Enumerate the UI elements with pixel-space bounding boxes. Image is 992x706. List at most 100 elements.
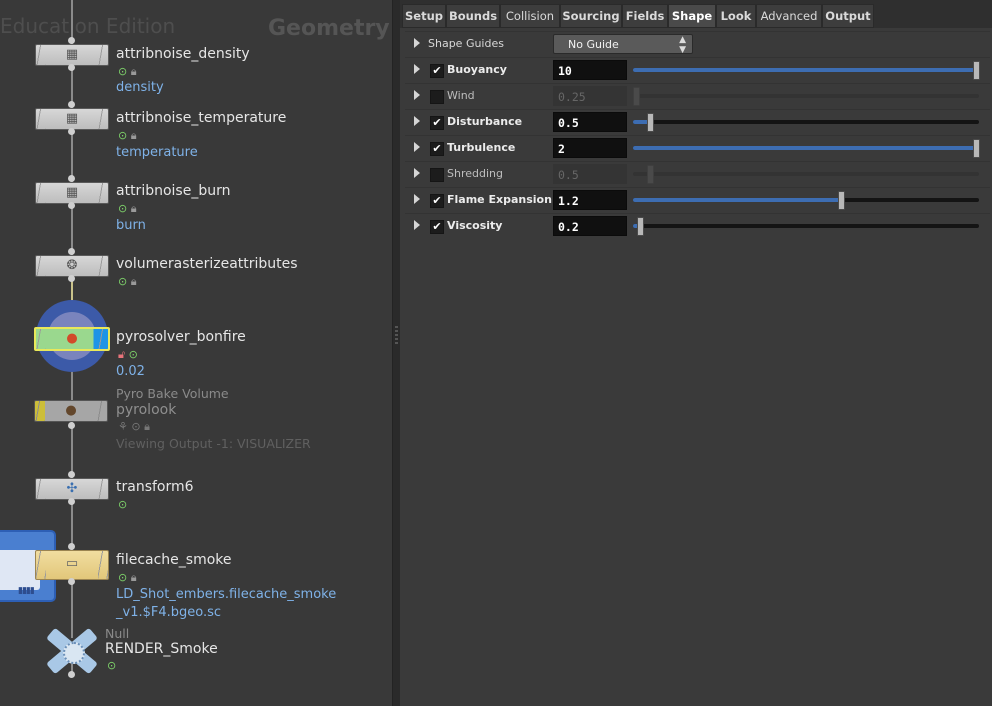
flame-expansion-toggle-checkbox[interactable]: ✔: [430, 194, 444, 208]
disk-icon: ▭: [65, 556, 79, 571]
output-connector[interactable]: [68, 128, 75, 135]
expand-arrow-icon[interactable]: [414, 64, 420, 74]
output-connector[interactable]: [68, 202, 75, 209]
output-connector[interactable]: [68, 498, 75, 505]
slider-handle[interactable]: [647, 165, 655, 184]
node-name[interactable]: transform6: [116, 479, 194, 495]
param-label: Turbulence: [447, 141, 516, 154]
shredding-value-field[interactable]: 0.5: [553, 164, 627, 184]
output-connector[interactable]: [68, 275, 75, 282]
disturbance-slider[interactable]: [633, 113, 979, 132]
input-connector[interactable]: [68, 37, 75, 44]
node-name[interactable]: pyrolook: [116, 402, 176, 418]
expand-arrow-icon[interactable]: [414, 220, 420, 230]
node-name[interactable]: attribnoise_burn: [116, 183, 230, 199]
splitter-grip[interactable]: [395, 326, 398, 346]
tab-collision[interactable]: Collision: [500, 4, 560, 28]
context-label: Geometry: [268, 16, 390, 41]
expand-arrow-icon[interactable]: [414, 90, 420, 100]
param-row-flame-expansion: ✔ Flame Expansion 1.2: [405, 187, 990, 213]
output-connector[interactable]: [68, 578, 75, 585]
tab-look[interactable]: Look: [716, 4, 756, 28]
shape-guides-dropdown[interactable]: No Guide ▲ ▼: [553, 34, 693, 55]
input-connector[interactable]: [68, 101, 75, 108]
slider-handle[interactable]: [647, 113, 655, 132]
disturbance-toggle-checkbox[interactable]: ✔: [430, 116, 444, 130]
disturbance-value-field[interactable]: 0.5: [553, 112, 627, 132]
node-filecache-smoke[interactable]: ▭: [35, 550, 109, 580]
node-comment: 0.02: [116, 364, 145, 379]
node-attribnoise-burn[interactable]: ▦: [35, 182, 109, 204]
slider-handle[interactable]: [636, 217, 644, 236]
param-label: Wind: [447, 89, 475, 102]
tab-setup[interactable]: Setup: [402, 4, 446, 28]
node-attribnoise-temperature[interactable]: ▦: [35, 108, 109, 130]
node-volumerasterizeattributes[interactable]: ❂: [35, 255, 109, 277]
node-name[interactable]: filecache_smoke: [116, 552, 232, 568]
node-transform6[interactable]: ✣: [35, 478, 109, 500]
turbulence-slider[interactable]: [633, 139, 980, 158]
input-connector[interactable]: [68, 175, 75, 182]
param-row-viscosity: ✔ Viscosity 0.2: [405, 213, 990, 239]
turbulence-toggle-checkbox[interactable]: ✔: [430, 142, 444, 156]
slider-handle[interactable]: [972, 61, 980, 80]
input-connector[interactable]: [68, 248, 75, 255]
tab-fields[interactable]: Fields: [622, 4, 668, 28]
param-label: Buoyancy: [447, 63, 507, 76]
expand-arrow-icon[interactable]: [414, 116, 420, 126]
slider-fill: [633, 68, 979, 72]
viscosity-slider[interactable]: [633, 217, 979, 236]
display-flag-icon: ⊙: [118, 571, 128, 584]
expand-arrow-icon[interactable]: [414, 142, 420, 152]
buoyancy-slider[interactable]: [633, 61, 980, 80]
wind-slider[interactable]: [633, 87, 979, 106]
slider-handle[interactable]: [633, 87, 641, 106]
input-connector[interactable]: [68, 471, 75, 478]
slider-handle[interactable]: [972, 139, 980, 158]
buoyancy-value-field[interactable]: 10: [553, 60, 627, 80]
tab-output[interactable]: Output: [822, 4, 874, 28]
node-comment: burn: [116, 218, 146, 233]
buoyancy-toggle-checkbox[interactable]: ✔: [430, 64, 444, 78]
wind-value-field[interactable]: 0.25: [553, 86, 627, 106]
node-name[interactable]: RENDER_Smoke: [105, 641, 218, 657]
viscosity-value-field[interactable]: 0.2: [553, 216, 627, 236]
network-editor[interactable]: Education Edition Geometry ▦ attribnoise…: [0, 0, 392, 706]
expand-arrow-icon[interactable]: [414, 38, 420, 48]
wire: [71, 128, 73, 182]
input-connector[interactable]: [68, 543, 75, 550]
display-flag-icon: ⊙: [131, 420, 141, 433]
noise-icon: ▦: [65, 111, 79, 126]
tab-advanced[interactable]: Advanced: [756, 4, 822, 28]
node-name[interactable]: attribnoise_temperature: [116, 110, 286, 126]
param-row-disturbance: ✔ Disturbance 0.5: [405, 109, 990, 135]
slider-handle[interactable]: [837, 191, 845, 210]
node-pyrosolver-bonfire[interactable]: ●: [34, 327, 110, 351]
node-attribnoise-density[interactable]: ▦: [35, 44, 109, 66]
node-name[interactable]: attribnoise_density: [116, 46, 250, 62]
node-name[interactable]: volumerasterizeattributes: [116, 256, 298, 272]
output-connector[interactable]: [68, 422, 75, 429]
shredding-slider[interactable]: [633, 165, 979, 184]
expand-arrow-icon[interactable]: [414, 168, 420, 178]
pyro-look-icon: ●: [65, 403, 77, 418]
node-flags: 🔓︎ ⊙: [118, 348, 138, 362]
wind-toggle-checkbox[interactable]: [430, 90, 444, 104]
tab-bounds[interactable]: Bounds: [446, 4, 500, 28]
node-render-smoke[interactable]: [44, 624, 100, 676]
noise-icon: ▦: [65, 47, 79, 62]
turbulence-value-field[interactable]: 2: [553, 138, 627, 158]
node-flags: ⊙ 🔒︎: [118, 202, 137, 216]
node-name[interactable]: pyrosolver_bonfire: [116, 329, 246, 345]
shredding-toggle-checkbox[interactable]: [430, 168, 444, 182]
noise-icon: ▦: [65, 185, 79, 200]
output-connector[interactable]: [68, 64, 75, 71]
tab-shape[interactable]: Shape: [668, 4, 716, 28]
node-pyrolook[interactable]: ●: [34, 400, 108, 422]
flame-expansion-slider[interactable]: [633, 191, 979, 210]
expand-arrow-icon[interactable]: [414, 194, 420, 204]
output-connector[interactable]: [68, 671, 75, 678]
flame-expansion-value-field[interactable]: 1.2: [553, 190, 627, 210]
viscosity-toggle-checkbox[interactable]: ✔: [430, 220, 444, 234]
tab-sourcing[interactable]: Sourcing: [560, 4, 622, 28]
